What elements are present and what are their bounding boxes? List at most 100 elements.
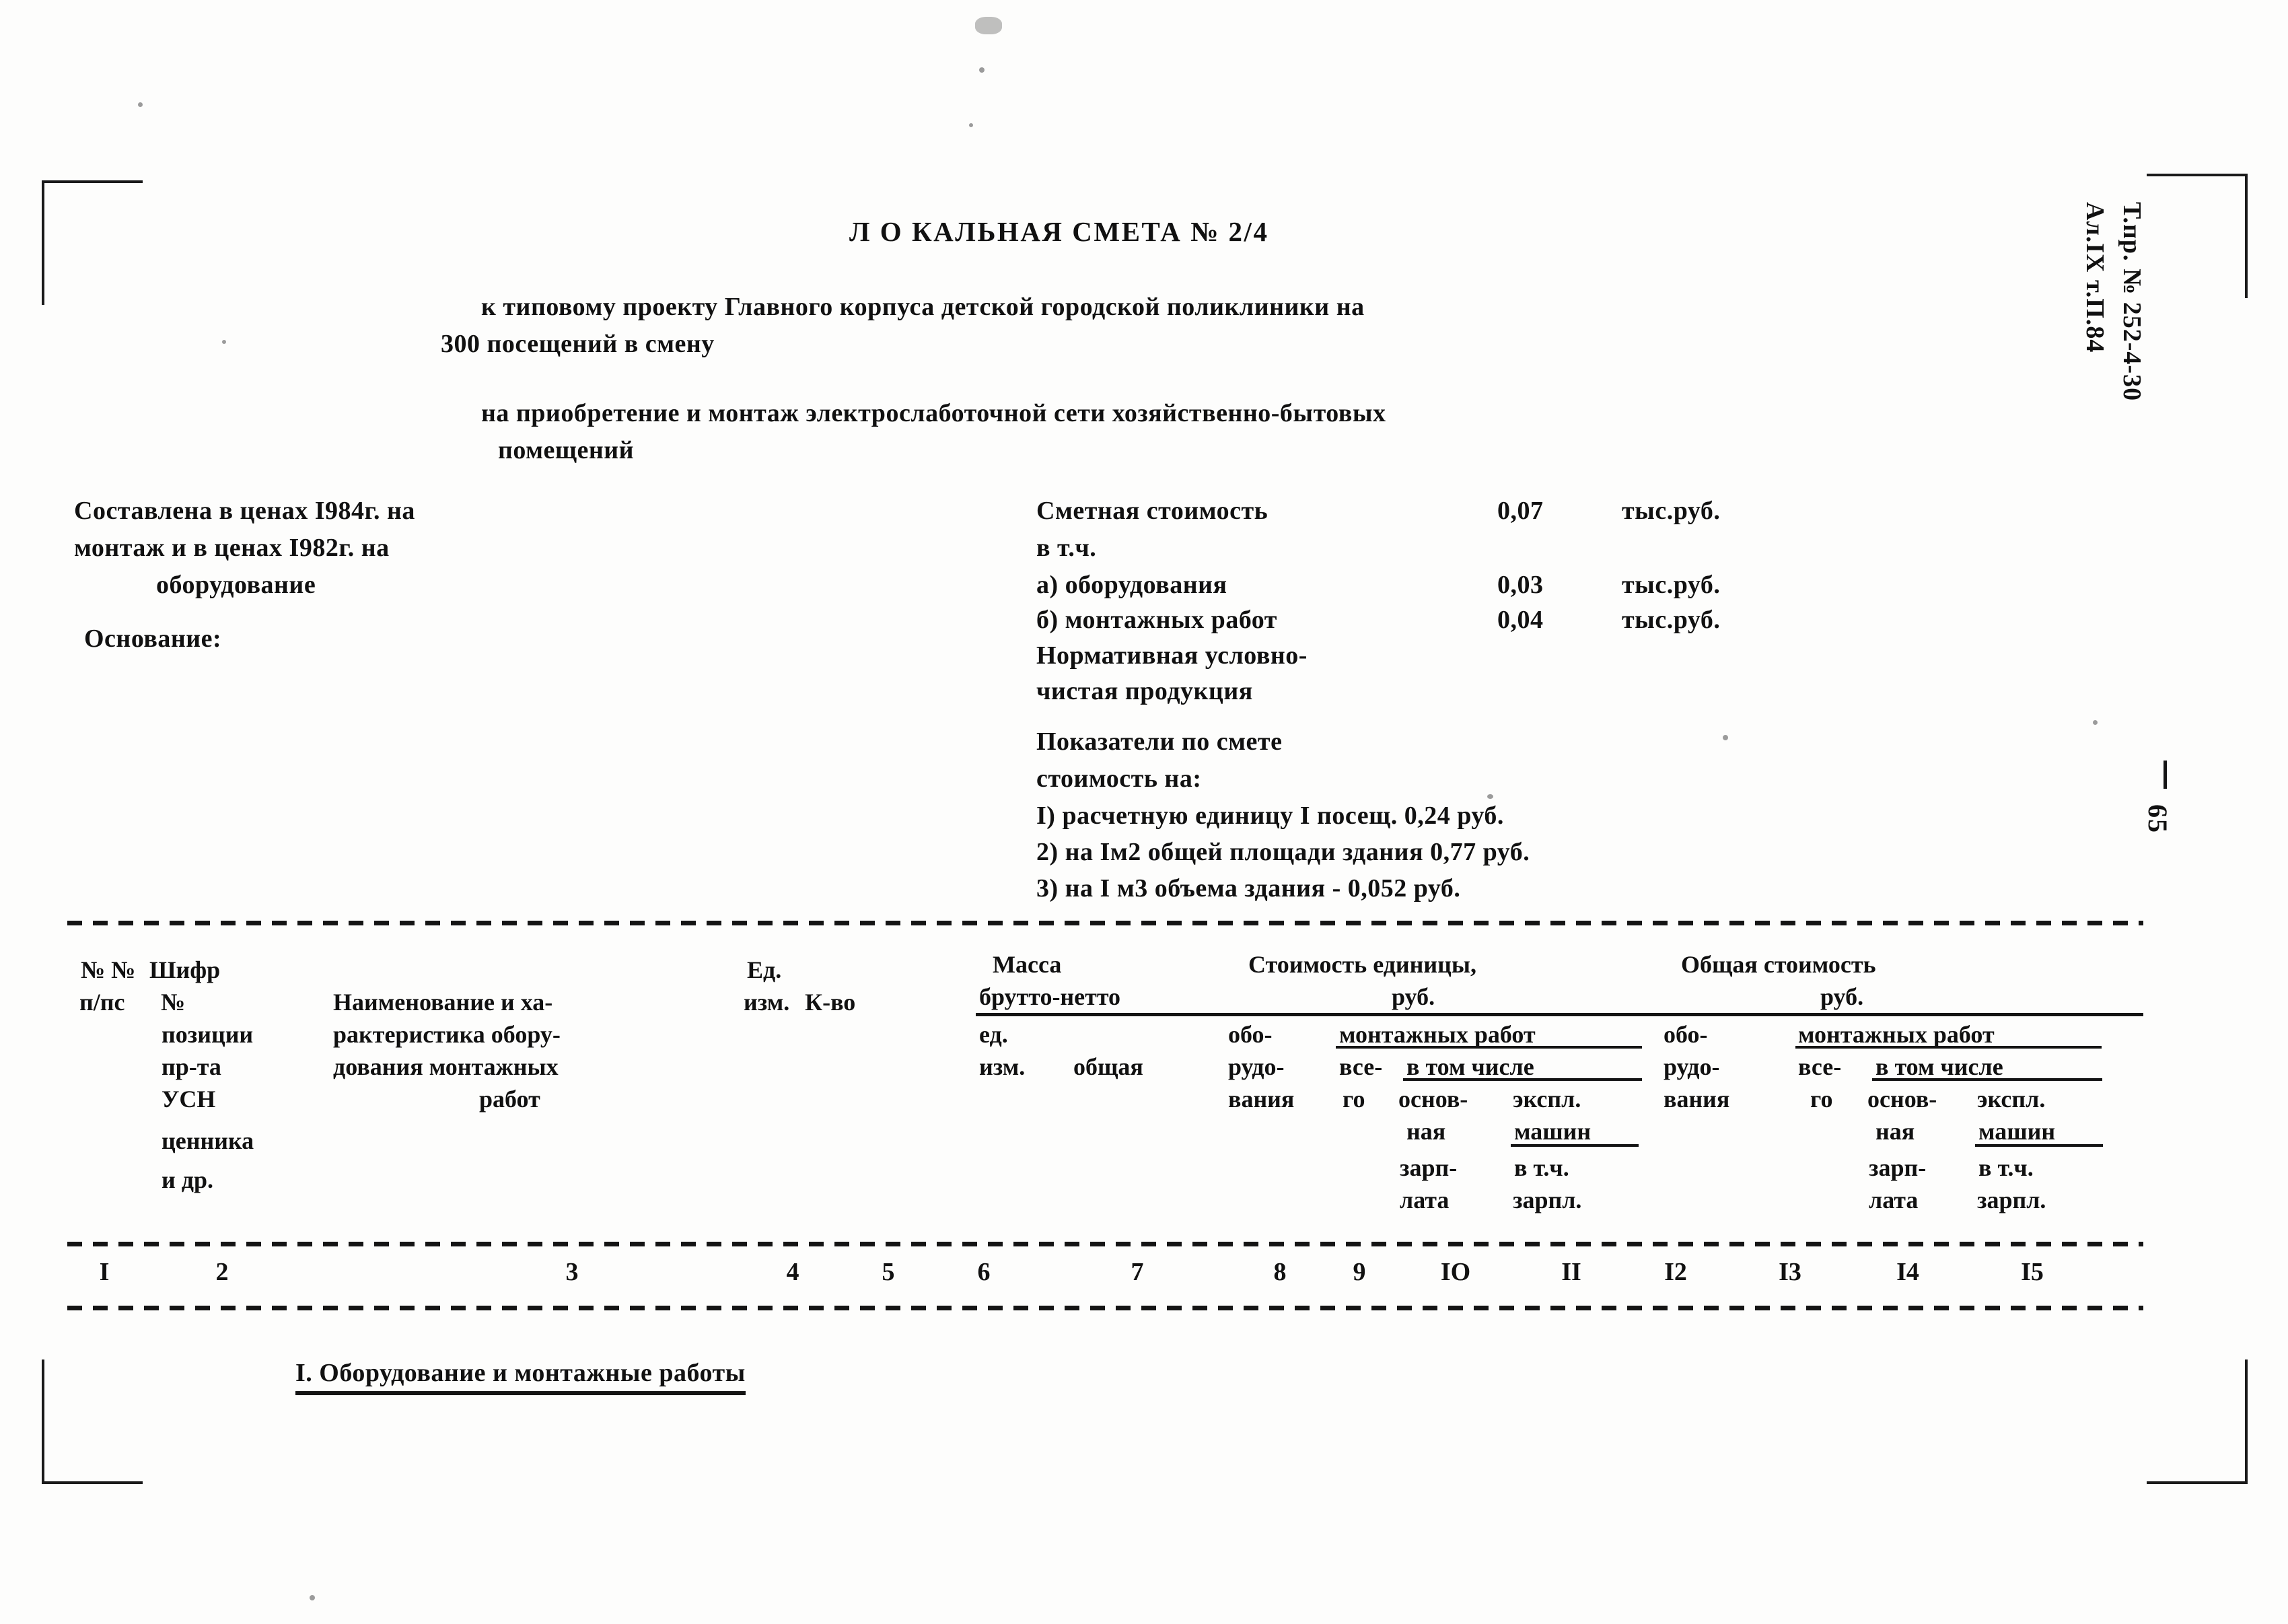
margin-page-number: 65 [2143,804,2173,834]
scan-speck [1487,794,1493,799]
table-header-col-2-line-2: № [161,989,186,1016]
table-header-unit-basic-line-2: ная [1406,1118,1446,1145]
table-header-total-all-line-1: все- [1798,1053,1842,1080]
table-header-total-cost-unit: руб. [1820,983,1864,1010]
document-subtitle-line-1: к типовому проекту Главного корпуса детс… [481,293,1365,321]
document-subtitle-line-2: 300 посещений в смену [441,330,715,358]
table-header-unit-expl-line-2: машин [1514,1118,1592,1145]
table-column-number: I3 [1779,1258,1801,1286]
estimate-including-label: в т.ч. [1036,534,1097,562]
table-header-unit-all-line-1: все- [1339,1053,1383,1080]
table-header-total-expl-line-4: зарпл. [1977,1187,2046,1213]
estimate-equipment-label: а) оборудования [1036,571,1227,599]
prices-line-1: Составлена в ценах I984г. на [74,497,415,525]
table-header-col-3-line-2: рактеристика обору- [333,1021,561,1048]
table-header-col-2-line-3: позиции [162,1021,254,1048]
table-header-col-2-line-7: и др. [162,1166,213,1193]
scan-speck [979,67,985,73]
scan-speck [310,1595,315,1600]
table-header-total-all-line-2: го [1810,1086,1833,1113]
table-header-col-4-line-2: изм. [744,989,790,1016]
table-header-unit-expl-line-3: в т.ч. [1514,1154,1569,1181]
scan-speck [969,123,973,127]
table-header-total-equipment-line-2: рудо- [1664,1053,1720,1080]
table-header-unit-in-which-rule [1403,1078,1642,1081]
table-colnum-top-dashed-rule [67,1242,2143,1246]
table-header-total-expl-rule [1975,1144,2103,1147]
table-header-total-basic-line-2: ная [1875,1118,1915,1145]
table-header-unit-basic-line-4: лата [1400,1187,1450,1213]
table-column-number: 2 [215,1258,229,1286]
estimate-total-label: Сметная стоимость [1036,497,1268,525]
table-column-number: 4 [786,1258,799,1286]
table-header-total-expl-line-1: экспл. [1977,1086,2046,1113]
margin-project-code-line-2: Ал.IX т.П.84 [2081,202,2109,353]
table-header-unit-basic-line-1: основ- [1398,1086,1468,1113]
table-header-unit-all-line-2: го [1343,1086,1365,1113]
estimate-install-value: 0,04 [1497,606,1544,634]
table-header-col-4-line-1: Ед. [747,956,782,983]
indicator-item-2: 2) на Iм2 общей площади здания 0,77 руб. [1036,838,1530,866]
table-header-group-rule [976,1013,2143,1016]
section-heading-wrap: I. Оборудование и монтажные работы [289,1343,746,1396]
estimate-total-unit: тыс.руб. [1622,497,1721,525]
table-header-unit-expl-line-1: экспл. [1513,1086,1581,1113]
corner-bracket-bottom-left [42,1360,143,1484]
table-column-number: I2 [1664,1258,1687,1286]
indicator-item-3: 3) на I м3 объема здания - 0,052 руб. [1036,874,1461,903]
scan-speck [2093,720,2098,725]
section-title: I. Оборудование и монтажные работы [295,1357,746,1396]
table-header-unit-install-rule [1336,1046,1642,1049]
table-header-total-basic-line-4: лата [1869,1187,1919,1213]
prices-line-3: оборудование [156,571,316,599]
document-purpose-line-2: помещений [498,436,635,464]
scan-speck [138,102,143,107]
table-column-number: 9 [1353,1258,1366,1286]
estimate-total-value: 0,07 [1497,497,1544,525]
table-header-col-2-line-6: ценника [162,1127,254,1154]
corner-bracket-bottom-right [2147,1360,2248,1484]
estimate-equipment-value: 0,03 [1497,571,1544,599]
table-header-unit-cost-title: Стоимость единицы, [1248,951,1477,978]
table-column-number: IO [1440,1258,1471,1286]
table-column-number: 6 [977,1258,991,1286]
table-header-col-1-sub: п/пс [79,989,125,1016]
scan-speck [975,17,1002,34]
table-column-number: I [99,1258,110,1286]
table-header-unit-basic-line-3: зарп- [1400,1154,1458,1181]
indicator-item-1: I) расчетную единицу I посещ. 0,24 руб. [1036,802,1504,830]
table-header-col-1: № № [81,956,136,983]
table-header-mass-subtitle: брутто-нетто [979,983,1121,1010]
table-header-mass-unit-line-1: ед. [979,1021,1008,1048]
table-column-number: 3 [565,1258,579,1286]
margin-dash-mark [2164,761,2167,789]
table-column-number: 8 [1273,1258,1287,1286]
normative-line-2: чистая продукция [1036,677,1253,705]
corner-bracket-top-right [2147,174,2248,298]
estimate-install-unit: тыс.руб. [1622,606,1721,634]
table-colnum-bottom-dashed-rule [67,1306,2143,1310]
basis-label: Основание: [84,625,222,653]
margin-project-code-line-1: Т.пр. № 252-4-30 [2118,202,2146,402]
table-header-unit-expl-line-4: зарпл. [1513,1187,1582,1213]
table-header-col-2-line-4: пр-та [162,1053,221,1080]
table-header-col-3-line-3: дования монтажных [333,1053,559,1080]
document-purpose-line-1: на приобретение и монтаж электрослаботоч… [481,399,1386,427]
table-header-col-3-line-4: работ [479,1086,540,1113]
table-header-mass-unit-line-2: изм. [979,1053,1026,1080]
scan-speck [222,340,226,344]
table-header-total-install-rule [1795,1046,2102,1049]
table-top-dashed-rule [67,921,2143,925]
table-column-number: 7 [1131,1258,1144,1286]
table-header-col-2-line-1: Шифр [149,956,221,983]
table-header-mass-title: Масса [993,951,1062,978]
page-title: Л О КАЛЬНАЯ СМЕТА № 2/4 [849,216,1269,247]
table-header-unit-expl-rule [1511,1144,1639,1147]
table-header-total-in-which-rule [1872,1078,2102,1081]
table-header-unit-equipment-line-1: обо- [1228,1021,1273,1048]
table-header-unit-equipment-line-2: рудо- [1228,1053,1285,1080]
table-header-total-equipment-line-1: обо- [1664,1021,1708,1048]
corner-bracket-top-left [42,180,143,305]
scan-speck [1723,735,1728,740]
table-header-col-3-line-1: Наименование и ха- [333,989,553,1016]
